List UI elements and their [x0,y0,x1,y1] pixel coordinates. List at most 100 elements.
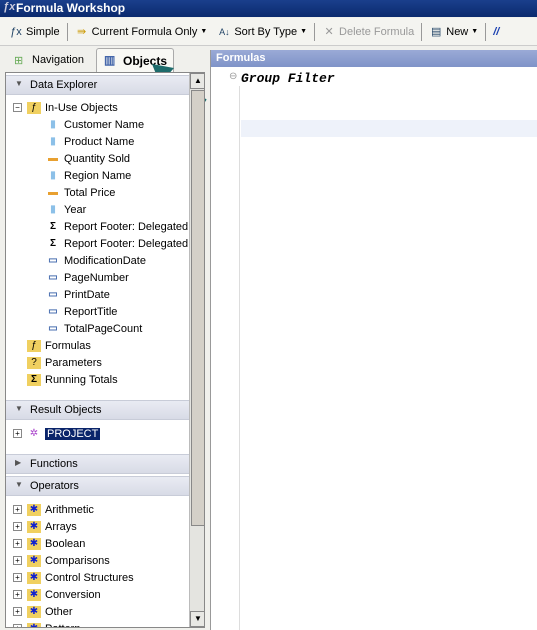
tree-item-operator[interactable]: ✱ Pattern [27,620,80,627]
comment-button[interactable]: // [488,26,504,38]
navigation-icon: ⊞ [14,55,24,67]
number-field-icon: ▬ [48,152,58,164]
formula-folder-icon: ƒ [27,339,41,352]
tree-item-running-totals[interactable]: Σ Running Totals [27,371,118,388]
scroll-thumb[interactable] [191,90,204,526]
expand-toggle[interactable]: + [13,624,22,627]
scroll-up-button[interactable]: ▲ [190,73,204,89]
tree-item-field[interactable]: Σ Report Footer: Delegated [46,218,188,235]
tab-navigation[interactable]: ⊞ Navigation [6,51,90,72]
sort-by-type-dropdown[interactable]: A↓ Sort By Type ▼ [212,25,312,39]
tree-item-field[interactable]: ▭ TotalPageCount [46,320,142,337]
label: Arithmetic [45,503,94,516]
label: Data Explorer [30,79,98,91]
tree-item-field[interactable]: ▮ Product Name [46,133,134,150]
chevron-down-icon: ▼ [300,28,308,35]
chevron-down-icon: ▼ [471,28,479,35]
formulas-header: Formulas [211,50,537,67]
label: Other [45,605,73,618]
operator-folder-icon: ✱ [27,622,41,627]
label: Functions [30,458,78,470]
tree-item-operator[interactable]: ✱ Arithmetic [27,501,94,518]
label: Report Footer: Delegated [64,220,189,233]
tree-item-field[interactable]: ▭ ReportTitle [46,303,117,320]
tree-item-parameters[interactable]: ? Parameters [27,354,102,371]
collapse-icon: ▼ [15,404,23,413]
collapse-icon: ▼ [15,480,23,489]
label: PrintDate [64,288,110,301]
tree-item-project[interactable]: ✲ PROJECT [27,425,101,442]
expand-toggle[interactable]: + [13,522,22,531]
expand-toggle[interactable]: + [13,607,22,616]
functions-header[interactable]: ▶ Functions [6,454,189,474]
tree-item-field[interactable]: ▮ Region Name [46,167,131,184]
label: In-Use Objects [45,101,118,114]
tree-item-operator[interactable]: ✱ Arrays [27,518,77,535]
operators-header[interactable]: ▼ Operators [6,476,189,496]
expand-toggle[interactable]: + [13,573,22,582]
label: Navigation [32,54,84,66]
expand-toggle[interactable]: + [13,505,22,514]
tree-item-operator[interactable]: ✱ Control Structures [27,569,134,586]
tree-item-formulas[interactable]: ƒ Formulas [27,337,91,354]
special-field-icon: ▭ [48,322,58,334]
tree-item-operator[interactable]: ✱ Comparisons [27,552,110,569]
tree-item-field[interactable]: ▬ Total Price [46,184,115,201]
label: Year [64,203,87,216]
operator-folder-icon: ✱ [27,588,41,601]
delete-icon: ✕ [324,25,334,38]
label: Operators [30,480,79,492]
result-objects-header[interactable]: ▼ Result Objects [6,400,189,420]
label: PROJECT [45,427,101,440]
expand-toggle[interactable]: + [13,539,22,548]
expand-toggle[interactable]: + [13,590,22,599]
operator-folder-icon: ✱ [27,537,41,550]
formulas-panel: Formulas ⊖ Group Filter [210,50,537,630]
data-explorer-header[interactable]: ▼ Data Explorer [6,75,189,95]
divider [485,22,487,41]
label: TotalPageCount [64,322,143,335]
label: Total Price [64,186,116,199]
operator-folder-icon: ✱ [27,503,41,516]
divider [421,22,423,41]
expand-toggle[interactable]: + [13,429,22,438]
tree-item-field[interactable]: ▮ Customer Name [46,116,144,133]
divider [314,22,316,41]
simple-button[interactable]: ƒx Simple [4,25,65,39]
sum-icon: Σ [49,220,56,232]
expand-toggle[interactable]: + [13,556,22,565]
number-field-icon: ▬ [48,186,58,198]
tree-item-field[interactable]: ▮ Year [46,201,86,218]
operator-folder-icon: ✱ [27,554,41,567]
label: Current Formula Only [91,25,198,38]
tree-item-operator[interactable]: ✱ Boolean [27,535,85,552]
scroll-down-button[interactable]: ▼ [190,611,204,627]
tree-item-operator[interactable]: ✱ Other [27,603,73,620]
collapse-icon[interactable]: ⊖ [229,71,237,82]
delete-formula-button[interactable]: ✕ Delete Formula [317,25,419,39]
tree-item-operator[interactable]: ✱ Conversion [27,586,101,603]
operator-folder-icon: ✱ [27,605,41,618]
window-title: Formula Workshop [16,1,126,15]
scrollbar[interactable]: ▲ ▼ [189,73,204,627]
formula-icon: ƒx [3,1,16,13]
collapse-toggle[interactable]: − [13,103,22,112]
new-dropdown[interactable]: ▤ New ▼ [424,25,483,39]
label: Parameters [45,356,102,369]
tree-item-field[interactable]: ▭ ModificationDate [46,252,146,269]
tree-item-field[interactable]: ▭ PageNumber [46,269,129,286]
parameter-folder-icon: ? [27,356,41,369]
current-formula-only-dropdown[interactable]: ⇛ Current Formula Only ▼ [70,25,213,39]
objects-icon: ▥ [104,53,116,67]
divider [239,86,240,630]
tree-item-field[interactable]: Σ Report Footer: Delegated [46,235,188,252]
group-filter-node[interactable]: Group Filter [241,71,335,86]
tree-item-in-use-objects[interactable]: ƒ In-Use Objects [27,99,118,116]
label: Comparisons [45,554,110,567]
special-field-icon: ▭ [48,254,58,266]
tree-item-field[interactable]: ▭ PrintDate [46,286,110,303]
label: ModificationDate [64,254,146,267]
tree-item-field[interactable]: ▬ Quantity Sold [46,150,130,167]
formula-editor-current-line[interactable] [241,120,537,137]
operator-folder-icon: ✱ [27,520,41,533]
